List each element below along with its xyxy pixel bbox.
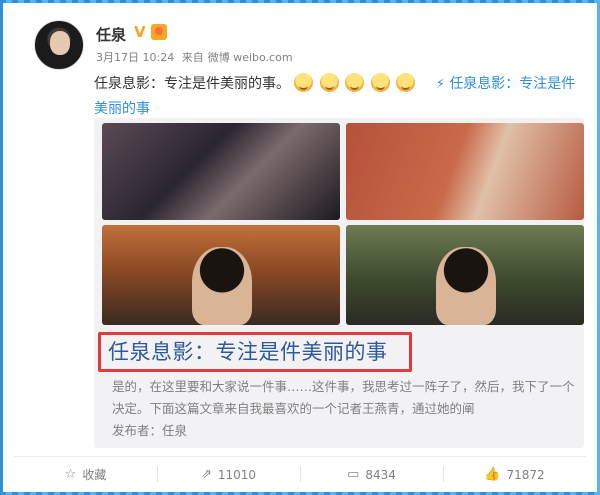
post-body: 任泉息影：专注是件美丽的事。 [94,76,290,92]
repost-count: 11010 [217,467,257,482]
article-card[interactable]: 任泉息影：专注是件美丽的事 是的，在这里要和大家说一件事……这件事，我思考过一阵… [94,118,584,448]
post-text: 任泉息影：专注是件美丽的事。 ⚡ 任泉息影：专注是件美丽的事 [94,72,584,121]
star-icon: ☆ [64,467,77,482]
avatar[interactable] [34,20,84,70]
like-count: 71872 [506,467,545,482]
emoji-icon [370,73,390,92]
favorite-button[interactable]: ☆ 收藏 [14,457,157,492]
article-summary: 是的，在这里要和大家说一件事……这件事，我思考过一阵子了，然后，我下了一个决定。… [112,379,575,416]
username[interactable]: 任泉 [96,24,126,45]
article-photo-4 [346,225,584,325]
like-button[interactable]: 👍 71872 [443,457,586,492]
post-meta: 3月17日 10:24 来自 微博 weibo.com [96,49,297,65]
emoji-icon [319,73,339,92]
article-publisher: 发布者：任泉 [112,423,188,438]
comment-button[interactable]: ▭ 8434 [300,457,443,492]
weibo-post-card: 任泉 V 3月17日 10:24 来自 微博 weibo.com 任泉息影：专注是… [14,6,586,489]
post-source[interactable]: 微博 weibo.com [208,51,293,64]
action-bar: ☆ 收藏 ⇗ 11010 ▭ 8434 👍 71872 [14,456,586,492]
article-photo-3 [102,225,340,325]
article-title[interactable]: 任泉息影：专注是件美丽的事 [108,337,388,367]
emoji-row [294,73,421,92]
thumbs-up-icon: 👍 [484,467,501,482]
emoji-icon [294,73,314,92]
article-photo-1 [102,123,340,220]
comment-count: 8434 [365,467,396,482]
repost-icon: ⇗ [200,467,212,482]
favorite-label: 收藏 [82,468,107,482]
vip-badge-icon [151,24,167,40]
emoji-icon [396,73,416,92]
post-date[interactable]: 3月17日 10:24 [96,51,174,64]
verified-icon: V [134,23,146,41]
source-prefix: 来自 [181,51,204,64]
emoji-icon [345,73,365,92]
repost-button[interactable]: ⇗ 11010 [157,457,300,492]
comment-icon: ▭ [347,467,360,482]
link-icon[interactable]: ⚡ [436,77,445,92]
article-photo-2 [346,123,584,220]
